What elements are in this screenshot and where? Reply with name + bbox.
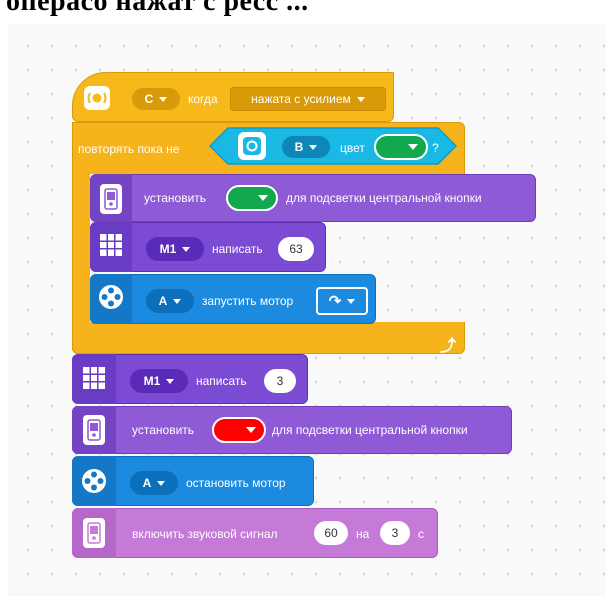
start-motor-label: запустить мотор: [202, 294, 294, 308]
chevron-down-icon: [157, 480, 166, 486]
color-label: цвет: [340, 141, 365, 155]
play-beep-label: включить звуковой сигнал: [132, 527, 278, 541]
center-button-light-label-2: для подсветки центральной кнопки: [272, 423, 468, 437]
button-select-value: C: [144, 92, 154, 106]
top-caption-text: операсо нажат с ресс ...: [6, 0, 309, 17]
write-value-input[interactable]: 63: [278, 237, 314, 261]
chevron-down-icon: [347, 298, 356, 304]
event-type-value: нажата с усилием: [251, 92, 351, 106]
motor-port-value: A: [158, 294, 168, 308]
chevron-down-icon: [173, 298, 182, 304]
chevron-down-icon: [309, 144, 318, 150]
repeat-until-label: повторять пока не: [78, 142, 180, 156]
write-label: написать: [212, 242, 263, 256]
sensor-port-dropdown[interactable]: B: [282, 136, 330, 158]
button-select-dropdown[interactable]: C: [132, 88, 180, 110]
matrix-port-value-2: M1: [143, 374, 161, 388]
chevron-down-icon: [246, 427, 256, 433]
programming-canvas[interactable]: C когда нажата с усилием повторять пока …: [8, 24, 606, 596]
loop-return-icon: ⤴: [440, 338, 457, 355]
repeat-block-bottom: [72, 322, 465, 354]
chevron-down-icon: [356, 96, 365, 102]
hub-light-icon: [100, 184, 122, 214]
hub-button-icon: [84, 86, 110, 110]
matrix-icon: [82, 366, 106, 390]
chevron-down-icon: [166, 378, 175, 384]
hub-sound-icon: [83, 518, 105, 548]
color-sensor-icon: [238, 132, 266, 160]
motor-port-dropdown[interactable]: A: [146, 289, 194, 313]
write-label-2: написать: [196, 374, 247, 388]
matrix-port-value: M1: [159, 242, 177, 256]
on-label: на: [356, 527, 370, 541]
matrix-port-dropdown[interactable]: M1: [146, 237, 204, 261]
chevron-down-icon: [159, 96, 168, 102]
seconds-unit-label: с: [418, 527, 424, 541]
event-type-dropdown[interactable]: нажата с усилием: [230, 87, 386, 111]
chevron-down-icon: [182, 246, 191, 252]
condition-question-mark: ?: [432, 141, 439, 155]
chevron-down-icon: [258, 195, 268, 201]
hub-light-icon: [83, 415, 105, 445]
chevron-down-icon: [408, 144, 418, 150]
when-label: когда: [188, 92, 218, 106]
set-label: установить: [144, 191, 207, 205]
matrix-icon: [99, 233, 123, 257]
motor-direction-dropdown[interactable]: ↷: [316, 287, 368, 315]
matrix-port-dropdown-2[interactable]: M1: [130, 369, 188, 393]
motor-icon: [81, 468, 107, 494]
condition-color-picker[interactable]: [374, 134, 428, 160]
stop-motor-label: остановить мотор: [186, 476, 286, 490]
motor-icon: [98, 284, 124, 310]
center-button-light-label: для подсветки центральной кнопки: [286, 191, 482, 205]
beep-duration-input[interactable]: 3: [380, 521, 410, 545]
beep-note-input[interactable]: 60: [314, 521, 348, 545]
clockwise-arrow-icon: ↷: [328, 293, 342, 310]
motor-port-dropdown-2[interactable]: A: [130, 471, 178, 495]
write-value-input-2[interactable]: 3: [264, 369, 296, 393]
motor-port-value-2: A: [142, 476, 152, 490]
light-color-picker-green[interactable]: [226, 185, 278, 211]
sensor-port-value: B: [294, 140, 304, 154]
set-label-2: установить: [132, 423, 195, 437]
light-color-picker-red[interactable]: [212, 417, 266, 443]
